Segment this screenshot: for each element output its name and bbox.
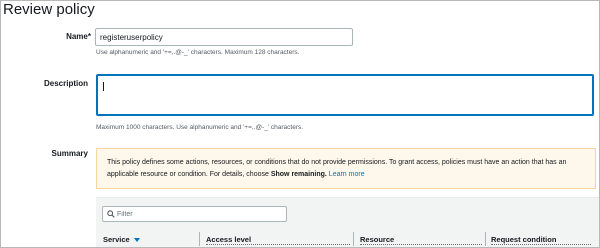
- column-underline: [360, 244, 482, 245]
- filter-box[interactable]: [102, 206, 287, 222]
- column-divider[interactable]: [353, 232, 354, 246]
- text-caret: [103, 82, 104, 91]
- name-input[interactable]: [95, 28, 353, 46]
- search-icon: [107, 210, 115, 218]
- review-policy-panel: Review policy Name* Use alphanumeric and…: [0, 0, 600, 248]
- required-mark: *: [87, 32, 91, 41]
- column-underline: [206, 244, 350, 245]
- name-label: Name*: [1, 32, 91, 41]
- page-title: Review policy: [3, 1, 95, 18]
- column-header-resource[interactable]: Resource: [360, 235, 394, 244]
- column-header-service[interactable]: Service: [103, 235, 140, 244]
- filter-input[interactable]: [117, 207, 277, 221]
- summary-label: Summary: [51, 149, 88, 158]
- name-label-text: Name: [66, 32, 88, 41]
- description-hint: Maximum 1000 characters. Use alphanumeri…: [96, 124, 304, 131]
- column-divider[interactable]: [485, 232, 486, 246]
- name-hint: Use alphanumeric and '+=,.@-_' character…: [96, 49, 300, 56]
- column-header-access-level[interactable]: Access level: [206, 235, 251, 244]
- caret-down-icon[interactable]: [133, 238, 140, 243]
- column-header-request-condition[interactable]: Request condition: [491, 235, 556, 244]
- description-textarea[interactable]: [96, 74, 594, 116]
- description-label: Description: [43, 79, 88, 88]
- column-divider[interactable]: [199, 232, 200, 246]
- learn-more-link[interactable]: Learn more: [329, 171, 365, 178]
- summary-table: Service Access level Resource Request co…: [96, 197, 599, 247]
- warning-alert: This policy defines some actions, resour…: [96, 148, 596, 189]
- alert-bold-text: Show remaining.: [270, 171, 327, 178]
- column-label-service: Service: [103, 235, 130, 244]
- column-underline: [491, 244, 591, 245]
